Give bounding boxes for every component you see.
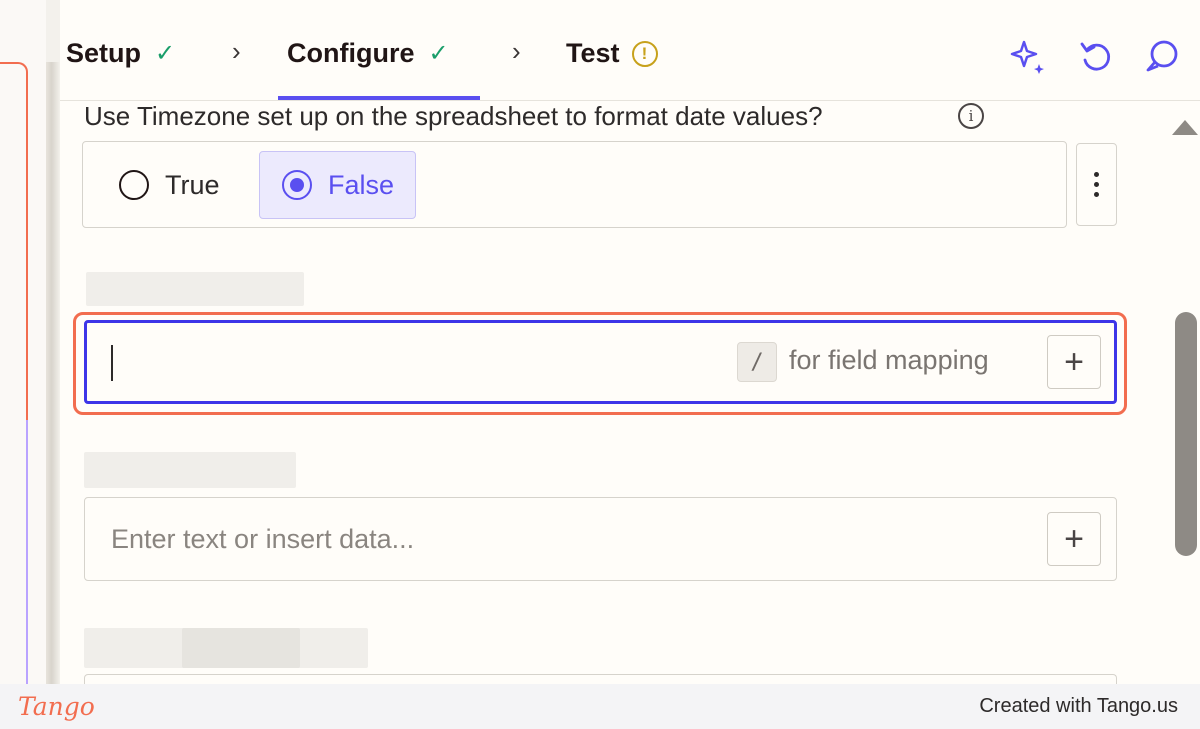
radio-option-true-label: True <box>165 169 220 200</box>
scroll-up-arrow[interactable] <box>1172 120 1198 135</box>
previous-panel-accent <box>26 420 28 684</box>
radio-unchecked-icon <box>119 170 149 200</box>
redacted-field-label <box>182 628 300 668</box>
mapped-input-field[interactable]: / for field mapping + <box>84 320 1117 404</box>
active-step-indicator <box>278 96 480 100</box>
step-test[interactable]: Test ! <box>566 38 658 69</box>
step-configure-label: Configure <box>287 38 415 68</box>
chevron-right-icon: › <box>232 36 241 66</box>
scrollbar-thumb[interactable] <box>1175 312 1197 556</box>
step-header: Setup ✓ › Configure ✓ › Test ! <box>60 0 1200 101</box>
info-icon[interactable]: i <box>958 103 984 129</box>
panel-divider[interactable] <box>46 0 60 684</box>
kebab-dot <box>1094 192 1099 197</box>
tango-credit: Created with Tango.us <box>979 695 1178 717</box>
step-setup-label: Setup <box>66 38 142 68</box>
more-options-button[interactable] <box>1076 143 1117 226</box>
undo-icon[interactable] <box>1076 36 1116 76</box>
tango-logo: Tango <box>18 692 95 721</box>
text-input[interactable] <box>109 518 1013 560</box>
timezone-radio-group: True False <box>82 141 1067 228</box>
field-mapping-hint: for field mapping <box>789 345 989 375</box>
tango-footer: Tango Created with Tango.us <box>0 684 1200 729</box>
radio-option-false-label: False <box>328 169 395 200</box>
timezone-question-label: Use Timezone set up on the spreadsheet t… <box>84 101 823 131</box>
insert-data-button[interactable]: + <box>1047 512 1101 566</box>
panel-divider-top <box>46 0 60 62</box>
redacted-field-label <box>86 272 304 306</box>
check-icon: ✓ <box>428 40 449 67</box>
sparkle-icon[interactable] <box>1008 36 1048 76</box>
text-cursor <box>111 345 113 381</box>
text-input-field[interactable]: + <box>84 497 1117 581</box>
chevron-right-icon: › <box>512 36 521 66</box>
kebab-dot <box>1094 172 1099 177</box>
insert-data-button[interactable]: + <box>1047 335 1101 389</box>
previous-panel-border <box>0 62 28 702</box>
step-setup[interactable]: Setup ✓ <box>66 38 175 69</box>
step-test-label: Test <box>566 38 620 68</box>
step-configure[interactable]: Configure ✓ <box>287 38 449 69</box>
kebab-dot <box>1094 182 1099 187</box>
radio-checked-icon <box>282 170 312 200</box>
redacted-field-label <box>84 452 296 488</box>
check-icon: ✓ <box>155 40 176 67</box>
slash-key-hint: / <box>737 342 777 382</box>
radio-option-true[interactable]: True <box>107 151 232 219</box>
radio-option-false[interactable]: False <box>259 151 416 219</box>
comment-icon[interactable] <box>1142 36 1182 76</box>
warning-icon: ! <box>631 40 658 67</box>
